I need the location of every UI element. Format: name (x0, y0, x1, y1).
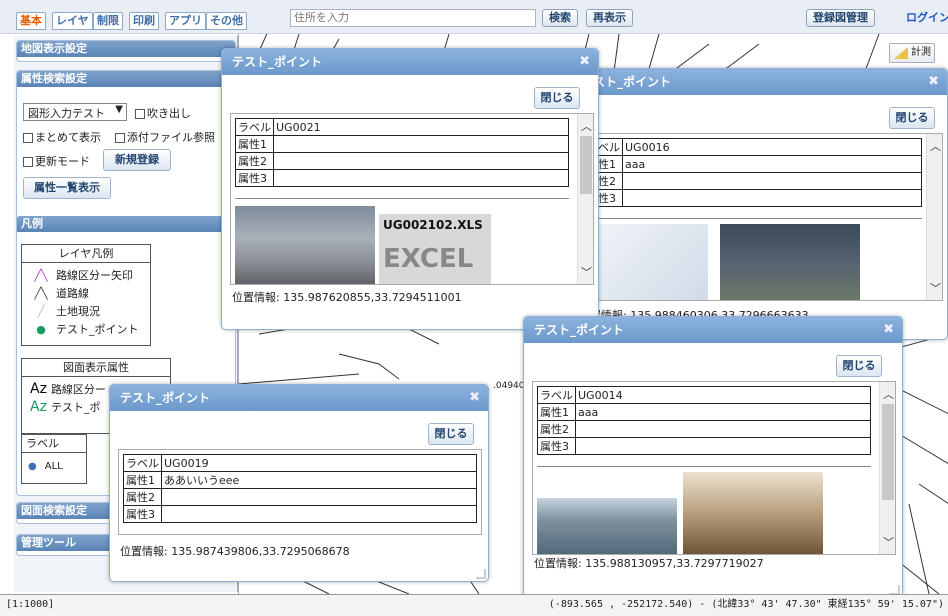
attachment-file-type: EXCEL (383, 244, 474, 274)
draw-item-point: Az テスト_ポ (30, 399, 101, 415)
dialog-header[interactable]: テスト_ポイント ✖ (222, 49, 598, 75)
group-checkbox[interactable]: まとめて表示 (23, 129, 101, 145)
close-icon[interactable]: ✖ (469, 385, 480, 411)
position-info: 位置情報: 135.988130957,33.7297719027 (534, 557, 764, 570)
tab-print[interactable]: 印刷 (129, 12, 159, 30)
dialog-header[interactable]: テスト_ポイント ✖ (110, 385, 488, 411)
dialog-close-button[interactable]: 閉じる (534, 87, 580, 109)
tab-basic[interactable]: 基本 (16, 12, 46, 30)
attachment-image-sky[interactable] (537, 498, 677, 554)
coordinate-readout: (-893.565 , -252172.540) - (北緯33° 43' 47… (548, 599, 944, 610)
attachment-image-screenshot[interactable] (588, 224, 708, 300)
attach-checkbox[interactable]: 添付ファイル参照 (115, 129, 215, 145)
scroll-down-icon[interactable]: ﹀ (880, 534, 895, 550)
dialog-close-button[interactable]: 閉じる (889, 107, 935, 129)
attr-table: ラベル UG0019 属性1 ああいいうeee 属性2 属性3 (123, 454, 477, 523)
map-text-label: .04940 (493, 381, 525, 391)
scroll-up-icon[interactable]: ︿ (880, 386, 895, 402)
attachment-image-cat[interactable] (683, 472, 823, 554)
point-dialog-ug0019: テスト_ポイント ✖ 閉じる ラベル UG0019 属性1 ああいいうeee 属性2 … (109, 384, 489, 582)
scroll-up-icon[interactable]: ︿ (927, 138, 942, 154)
resize-grip-icon[interactable] (476, 569, 486, 579)
update-mode-checkbox[interactable]: 更新モード (23, 153, 90, 169)
attr-search-header[interactable]: 属性検索設定 (17, 71, 235, 87)
chevron-down-icon: ▼ (115, 104, 123, 115)
shape-select[interactable]: 図形入力テスト ▼ (23, 103, 127, 121)
close-icon[interactable]: ✖ (928, 69, 939, 95)
dialog-content: ラベル UG0019 属性1 ああいいうeee 属性2 属性3 (118, 449, 482, 535)
measure-button[interactable]: 計測 (889, 43, 935, 63)
attachment-image-helicopter[interactable] (720, 224, 860, 300)
dialog-header[interactable]: テスト_ポイント ✖ (571, 69, 947, 95)
draw-item-route: Az 路線区分ー (30, 381, 106, 397)
map-display-header[interactable]: 地図表示設定 (17, 41, 235, 57)
legend-item-land: ╱ 土地現況 (30, 303, 100, 319)
attr-table: ラベル UG0014 属性1 aaa 属性2 属性3 (537, 386, 871, 455)
close-icon[interactable]: ✖ (883, 317, 894, 343)
new-register-button[interactable]: 新規登録 (103, 149, 171, 171)
dialog-header[interactable]: テスト_ポイント ✖ (524, 317, 902, 343)
dialog-scrollbar[interactable]: ︿ ﹀ (577, 114, 593, 284)
tab-restriction[interactable]: 制限 (93, 12, 123, 30)
status-bar: [1:1000] (-893.565 , -252172.540) - (北緯3… (0, 594, 948, 616)
attr-table: ラベル UG0021 属性1 属性2 属性3 (235, 118, 569, 187)
scroll-down-icon[interactable]: ﹀ (927, 280, 942, 296)
land-status-icon: ╱ (37, 305, 45, 318)
layer-legend: レイヤ凡例 ╱╲ 路線区分ー矢印 ╱╲ 道路線 ╱ 土地現況 ● テスト_ポイント (21, 244, 151, 346)
measure-label: 計測 (911, 47, 931, 58)
scroll-up-icon[interactable]: ︿ (578, 118, 593, 134)
scroll-thumb[interactable] (580, 136, 592, 194)
balloon-checkbox[interactable]: 吹き出し (135, 105, 191, 121)
close-icon[interactable]: ✖ (579, 49, 590, 75)
dialog-scrollbar[interactable]: ︿ ﹀ (879, 382, 895, 554)
point-dialog-ug0021: テスト_ポイント ✖ 閉じる ラベル UG0021 属性1 属性2 属性3 UG00… (221, 48, 599, 330)
tab-other[interactable]: その他 (206, 12, 247, 30)
dialog-content: ラベル UG0016 属性1 aaa 属性2 属性3 ︿ ﹀ (579, 133, 943, 301)
dialog-close-button[interactable]: 閉じる (836, 355, 882, 377)
dialog-close-button[interactable]: 閉じる (428, 423, 474, 445)
address-search-input[interactable] (290, 9, 536, 27)
measure-icon (894, 47, 908, 59)
attr-table: ラベル UG0016 属性1 aaa 属性2 属性3 (584, 138, 922, 207)
redisplay-button[interactable]: 再表示 (586, 9, 633, 27)
route-arrow-icon: ╱╲ (34, 269, 48, 282)
attachment-file-name: UG002102.XLS (383, 218, 483, 232)
register-manage-button[interactable]: 登録図管理 (806, 9, 875, 27)
legend-item-road: ╱╲ 道路線 (30, 285, 89, 301)
scale-readout: [1:1000] (6, 599, 55, 610)
point-icon: ● (36, 323, 46, 336)
tab-app[interactable]: アプリ (165, 12, 206, 30)
legend-header[interactable]: 凡例 (17, 216, 235, 232)
label-legend: ラベル ● ALL (21, 434, 87, 484)
label-item-all: ● ALL (28, 461, 63, 472)
draw-attr-title: 図面表示属性 (22, 359, 170, 377)
search-button[interactable]: 検索 (542, 9, 578, 27)
scroll-thumb[interactable] (882, 404, 894, 500)
label-legend-title: ラベル (22, 435, 86, 453)
shape-select-value: 図形入力テスト (28, 107, 105, 120)
attachment-image-rooftop[interactable] (235, 206, 375, 284)
legend-item-route: ╱╲ 路線区分ー矢印 (30, 267, 133, 283)
dialog-scrollbar[interactable]: ︿ ﹀ (926, 134, 942, 300)
dialog-content: ラベル UG0021 属性1 属性2 属性3 UG002102.XLS EXCEL… (230, 113, 594, 285)
tab-layer[interactable]: レイヤ (52, 12, 93, 30)
road-line-icon: ╱╲ (34, 287, 48, 300)
attr-list-button[interactable]: 属性一覧表示 (23, 177, 111, 199)
map-display-settings[interactable]: 地図表示設定 (16, 40, 236, 62)
attachment-excel-file[interactable]: UG002102.XLS EXCEL (379, 214, 491, 284)
layer-legend-title: レイヤ凡例 (22, 245, 150, 263)
point-dialog-ug0014: テスト_ポイント ✖ 閉じる ラベル UG0014 属性1 aaa 属性2 属性3 ︿… (523, 316, 903, 598)
scroll-down-icon[interactable]: ﹀ (578, 264, 593, 280)
legend-item-point: ● テスト_ポイント (30, 321, 138, 337)
position-info: 位置情報: 135.987439806,33.7295068678 (120, 545, 350, 558)
point-dialog-ug0016: テスト_ポイント ✖ 閉じる ラベル UG0016 属性1 aaa 属性2 属性3 ︿… (570, 68, 948, 340)
dialog-content: ラベル UG0014 属性1 aaa 属性2 属性3 ︿ ﹀ (532, 381, 896, 555)
login-link[interactable]: ログイン (906, 9, 948, 25)
position-info: 位置情報: 135.987620855,33.7294511001 (232, 291, 462, 304)
top-toolbar: 基本 レイヤ 制限 印刷 アプリ その他 検索 再表示 登録図管理 ログイン (0, 0, 948, 34)
